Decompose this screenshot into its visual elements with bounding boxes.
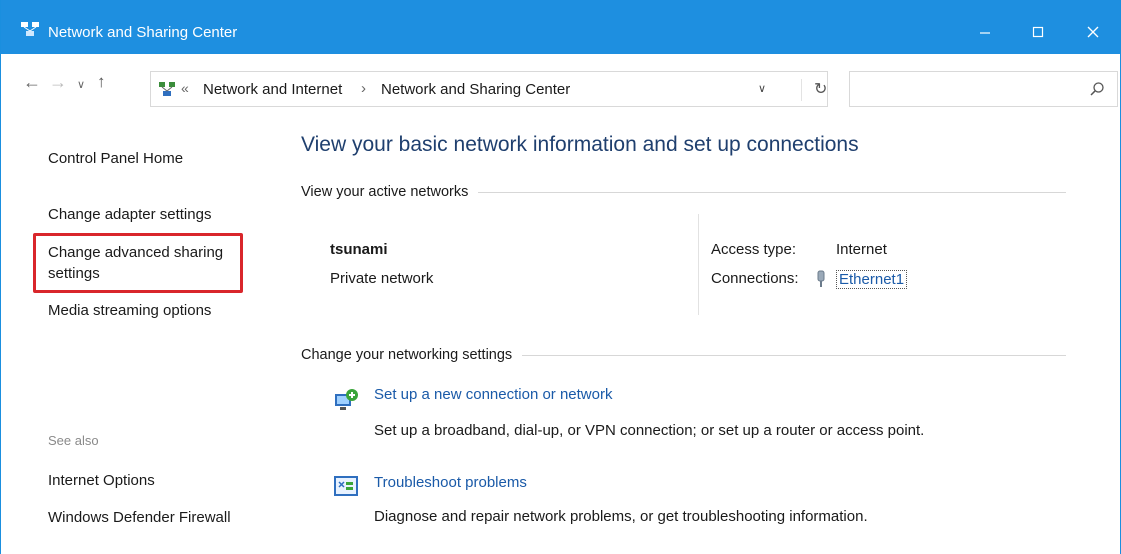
change-advanced-sharing-settings-link[interactable]: Change advanced sharing settings [48,242,238,284]
page-title: View your basic network information and … [301,133,859,156]
breadcrumb-overflow-icon[interactable]: « [181,80,189,96]
active-networks-section-heading: View your active networks [301,184,1066,200]
network-app-icon [21,22,39,36]
network-name: tsunami [330,241,388,258]
access-type-value: Internet [836,241,887,258]
internet-options-link[interactable]: Internet Options [48,472,155,489]
recent-locations-chevron-icon[interactable]: ∨ [77,78,85,91]
see-also-heading: See also [48,433,99,448]
network-setup-icon [335,389,358,410]
maximize-icon [1032,26,1044,38]
back-arrow-icon[interactable]: ← [23,72,41,93]
troubleshoot-problems-link[interactable]: Troubleshoot problems [374,474,527,491]
access-type-label: Access type: [711,241,797,258]
network-type: Private network [330,270,434,287]
minimize-button[interactable] [963,14,1007,50]
breadcrumb-network-and-internet[interactable]: Network and Internet [203,81,342,98]
address-dropdown-icon[interactable]: ∨ [758,82,766,95]
troubleshoot-problems-description: Diagnose and repair network problems, or… [374,508,868,525]
title-bar: Network and Sharing Center [1,0,1120,54]
change-settings-section-heading: Change your networking settings [301,347,1066,363]
media-streaming-options-link[interactable]: Media streaming options [48,302,211,319]
forward-arrow-icon[interactable]: → [49,72,67,93]
window-title: Network and Sharing Center [48,24,238,41]
control-panel-home-link[interactable]: Control Panel Home [48,150,183,167]
window: Network and Sharing Center ← → ∨ ↑ « Net… [0,0,1121,554]
setup-new-connection-link[interactable]: Set up a new connection or network [374,386,612,403]
maximize-button[interactable] [1016,14,1060,50]
address-toolbar: ← → ∨ ↑ « Network and Internet › Network… [1,54,1120,110]
minimize-icon [980,32,990,34]
close-button[interactable] [1071,14,1115,50]
network-info-divider [698,214,699,315]
search-icon [1090,82,1104,96]
section-divider [522,354,1066,356]
close-icon [1087,26,1099,38]
change-settings-heading-text: Change your networking settings [301,347,513,363]
connections-label: Connections: [711,270,799,287]
refresh-icon[interactable]: ↻ [801,79,827,101]
network-location-icon [159,82,175,96]
search-input[interactable] [849,71,1118,107]
ethernet-icon [817,270,825,287]
up-arrow-icon[interactable]: ↑ [97,72,106,92]
setup-new-connection-description: Set up a broadband, dial-up, or VPN conn… [374,422,925,439]
address-bar[interactable]: « Network and Internet › Network and Sha… [150,71,828,107]
breadcrumb-separator-icon[interactable]: › [361,80,366,97]
troubleshoot-icon [334,476,358,496]
ethernet-connection-link[interactable]: Ethernet1 [836,270,908,289]
section-divider [478,191,1066,193]
active-networks-heading-text: View your active networks [301,184,469,200]
windows-defender-firewall-link[interactable]: Windows Defender Firewall [48,509,231,526]
breadcrumb-network-and-sharing-center[interactable]: Network and Sharing Center [381,81,570,98]
change-adapter-settings-link[interactable]: Change adapter settings [48,206,211,223]
